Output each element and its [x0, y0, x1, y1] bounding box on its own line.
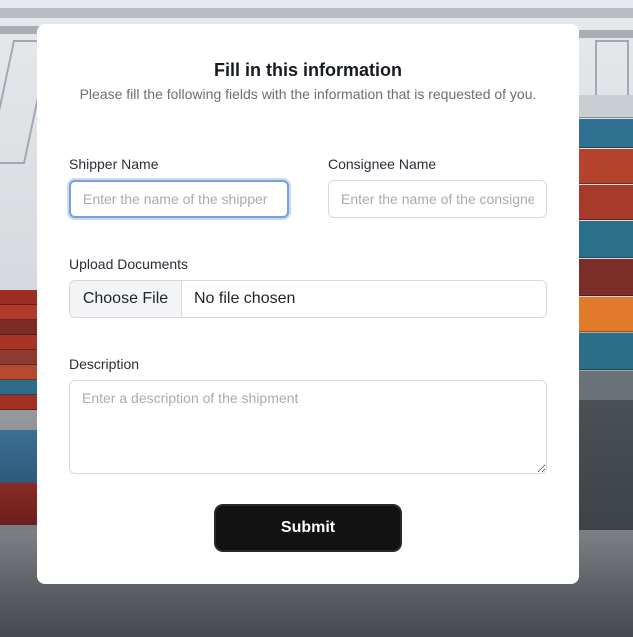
- description-label: Description: [69, 356, 140, 372]
- container: [579, 333, 633, 370]
- ship-hull-right: [579, 400, 633, 545]
- container: [579, 149, 633, 184]
- container: [0, 365, 37, 380]
- container: [579, 297, 633, 332]
- container: [579, 259, 633, 296]
- container: [0, 335, 37, 350]
- container: [0, 395, 37, 410]
- shipper-name-input[interactable]: [69, 180, 289, 218]
- container-stack-right: [579, 95, 633, 425]
- crane-beam: [0, 26, 40, 34]
- container: [0, 290, 37, 305]
- consignee-name-label: Consignee Name: [328, 156, 437, 172]
- container: [579, 119, 633, 148]
- submit-button[interactable]: Submit: [214, 504, 402, 552]
- choose-file-button[interactable]: Choose File: [70, 281, 182, 317]
- form-subtitle: Please fill the following fields with th…: [79, 86, 537, 102]
- container-stack-left: [0, 290, 37, 440]
- shipper-name-label: Shipper Name: [69, 156, 159, 172]
- container: [579, 95, 633, 118]
- container: [0, 320, 37, 335]
- container: [0, 380, 37, 395]
- ship-hull-left: [0, 430, 37, 525]
- form-title: Fill in this information: [214, 60, 402, 80]
- consignee-name-input[interactable]: [328, 180, 547, 218]
- description-textarea[interactable]: [69, 380, 547, 474]
- container: [0, 350, 37, 365]
- crane-beam: [579, 30, 633, 38]
- file-upload-input[interactable]: Choose File No file chosen: [69, 280, 547, 318]
- file-status-text: No file chosen: [194, 290, 296, 307]
- container: [0, 305, 37, 320]
- upload-documents-label: Upload Documents: [69, 256, 189, 272]
- crane-beam: [0, 8, 633, 18]
- container: [579, 185, 633, 220]
- form-card: Fill in this information Please fill the…: [37, 24, 579, 584]
- container: [579, 221, 633, 258]
